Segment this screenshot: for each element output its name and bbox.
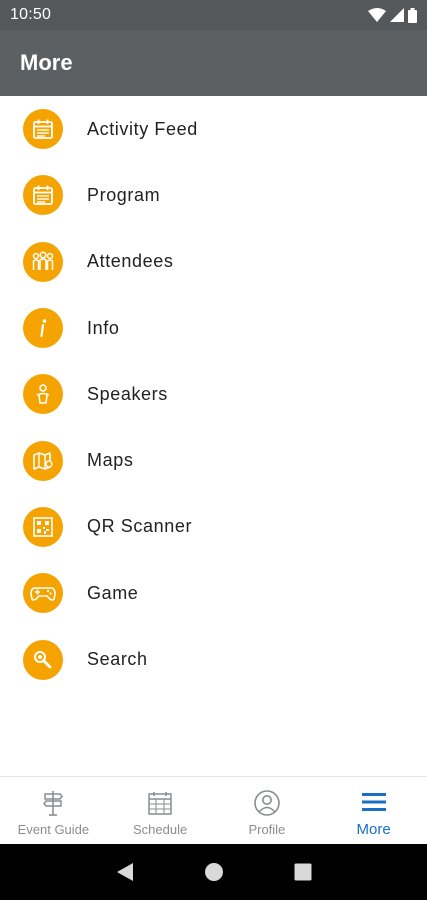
menu-item-label: Game [87, 582, 139, 603]
map-icon [23, 440, 63, 481]
gamepad-icon [23, 573, 63, 614]
cellular-signal-icon [390, 8, 404, 22]
menu-item-attendees[interactable]: Attendees [0, 229, 427, 295]
nav-label: Schedule [133, 822, 188, 837]
battery-icon [408, 7, 417, 23]
info-icon [23, 308, 63, 349]
more-menu-list: Activity Feed Program Attendees Info Spe… [0, 96, 427, 693]
menu-item-label: Program [87, 184, 161, 205]
nav-tab-profile[interactable]: Profile [214, 777, 321, 844]
menu-item-label: Search [87, 649, 148, 670]
hamburger-menu-icon [361, 787, 387, 817]
nav-label: Event Guide [17, 822, 90, 837]
bottom-navigation: Event Guide Schedule Profile More [0, 776, 427, 844]
search-icon [23, 639, 63, 680]
qr-code-icon [23, 506, 63, 547]
app-bar: More [0, 30, 427, 96]
menu-item-label: Speakers [87, 383, 168, 404]
people-icon [23, 241, 63, 282]
home-circle-icon[interactable] [202, 860, 226, 884]
status-icons [368, 7, 417, 23]
nav-label: More [356, 821, 391, 838]
menu-item-speakers[interactable]: Speakers [0, 361, 427, 427]
menu-item-activity-feed[interactable]: Activity Feed [0, 96, 427, 162]
calendar-icon [147, 788, 173, 818]
menu-item-search[interactable]: Search [0, 626, 427, 692]
status-time: 10:50 [10, 6, 52, 23]
menu-item-info[interactable]: Info [0, 295, 427, 361]
status-bar: 10:50 [0, 0, 427, 30]
wifi-icon [368, 8, 386, 22]
menu-item-label: Activity Feed [87, 118, 198, 139]
calendar-icon [23, 175, 63, 216]
menu-item-label: Attendees [87, 251, 174, 272]
nav-tab-more[interactable]: More [320, 777, 427, 844]
system-navigation-bar [0, 844, 427, 900]
menu-item-game[interactable]: Game [0, 560, 427, 626]
signpost-icon [40, 788, 66, 818]
nav-tab-event-guide[interactable]: Event Guide [0, 777, 107, 844]
menu-item-maps[interactable]: Maps [0, 427, 427, 493]
menu-item-qr-scanner[interactable]: QR Scanner [0, 494, 427, 560]
nav-tab-schedule[interactable]: Schedule [107, 777, 214, 844]
profile-icon [253, 788, 281, 818]
nav-label: Profile [248, 822, 286, 837]
menu-item-program[interactable]: Program [0, 162, 427, 228]
menu-item-label: Info [87, 317, 120, 338]
calendar-icon [23, 109, 63, 150]
menu-item-label: QR Scanner [87, 516, 193, 537]
back-triangle-icon[interactable] [113, 860, 137, 884]
speaker-icon [23, 374, 63, 415]
page-title: More [20, 50, 73, 75]
menu-item-label: Maps [87, 450, 134, 471]
recents-square-icon[interactable] [291, 860, 315, 884]
